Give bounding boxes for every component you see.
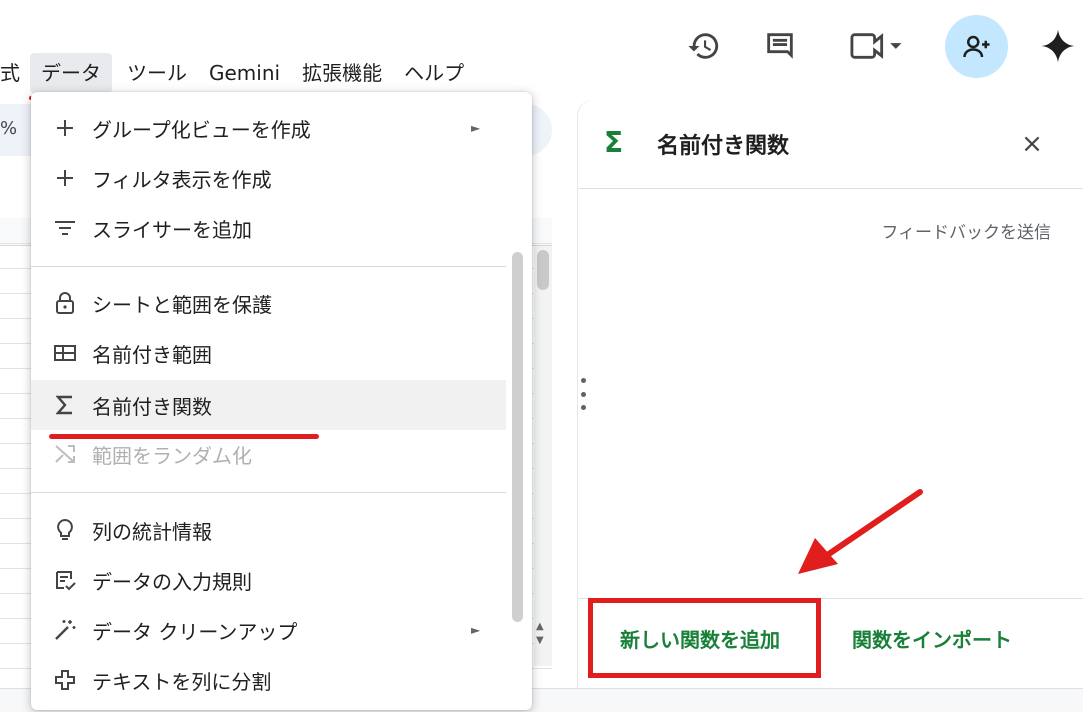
lightbulb-icon <box>51 516 79 544</box>
menu-item-create-filter-view[interactable]: フィルタ表示を作成 <box>31 153 506 203</box>
filter-lines-icon <box>51 214 79 242</box>
menu-item-column-stats[interactable]: 列の統計情報 <box>31 505 506 555</box>
submenu-arrow-icon: ► <box>471 121 481 135</box>
menu-format[interactable]: 式 <box>0 53 30 93</box>
menu-separator <box>31 492 506 493</box>
data-menu-dropdown: グループ化ビューを作成 ► フィルタ表示を作成 スライサーを追加 シートと範囲を… <box>31 92 532 710</box>
panel-divider <box>578 188 1083 189</box>
menu-gemini[interactable]: Gemini <box>198 53 291 93</box>
history-icon[interactable] <box>680 22 728 70</box>
menu-tools[interactable]: ツール <box>116 53 198 93</box>
lock-icon <box>51 289 79 317</box>
close-icon[interactable]: × <box>1018 129 1046 159</box>
menu-item-add-slicer[interactable]: スライサーを追加 <box>31 203 506 253</box>
sheet-scrollbar[interactable] <box>534 246 552 666</box>
import-function-button[interactable]: 関数をインポート <box>852 624 1012 653</box>
menu-item-split-text-to-columns[interactable]: テキストを列に分割 <box>31 655 506 705</box>
menu-item-data-cleanup[interactable]: データ クリーンアップ ► <box>31 605 506 655</box>
menu-help[interactable]: ヘルプ <box>393 53 475 93</box>
menu-extensions[interactable]: 拡張機能 <box>291 53 393 93</box>
sigma-icon: Σ <box>604 126 624 159</box>
magic-wand-icon <box>51 616 79 644</box>
split-icon <box>51 666 79 694</box>
menu-item-data-validation[interactable]: データの入力規則 <box>31 555 506 605</box>
annotation-underline-named-functions <box>49 434 319 439</box>
menu-item-named-functions[interactable]: 名前付き関数 <box>31 380 506 430</box>
menu-separator <box>31 266 506 267</box>
menubar: 式 データ ツール Gemini 拡張機能 ヘルプ <box>0 50 475 96</box>
named-range-icon <box>51 339 79 367</box>
panel-title: 名前付き関数 <box>657 134 790 159</box>
menu-data[interactable]: データ <box>30 53 112 93</box>
menu-item-named-ranges[interactable]: 名前付き範囲 <box>31 328 506 378</box>
plus-icon <box>51 114 79 142</box>
menu-item-create-group-view[interactable]: グループ化ビューを作成 ► <box>31 103 506 153</box>
menu-scrollbar-thumb[interactable] <box>512 252 523 622</box>
scroll-arrows[interactable]: ▲ ▼ <box>536 620 544 648</box>
gemini-star-icon[interactable] <box>1036 24 1080 68</box>
submenu-arrow-icon: ► <box>471 623 481 637</box>
share-button[interactable] <box>945 15 1008 78</box>
meet-video-icon[interactable] <box>840 22 912 70</box>
sigma-icon <box>51 391 79 419</box>
shuffle-icon <box>51 440 79 468</box>
plus-icon <box>51 164 79 192</box>
sheet-scrollbar-thumb[interactable] <box>537 250 549 290</box>
comment-icon[interactable] <box>756 22 804 70</box>
percent-format-button[interactable]: % <box>0 118 17 139</box>
validation-icon <box>51 566 79 594</box>
app-window: % ▲ ▼ 式 データ ツール Gemini 拡張機能 ヘルプ Σ 名前付き関数… <box>0 0 1083 712</box>
menu-item-protect-range[interactable]: シートと範囲を保護 <box>31 278 506 328</box>
drag-handle-icon[interactable] <box>579 378 587 410</box>
annotation-box-add-button <box>588 598 821 678</box>
add-person-icon <box>962 35 989 57</box>
annotation-arrow <box>798 489 923 574</box>
top-actions <box>680 14 912 78</box>
feedback-link[interactable]: フィードバックを送信 <box>881 218 1051 243</box>
